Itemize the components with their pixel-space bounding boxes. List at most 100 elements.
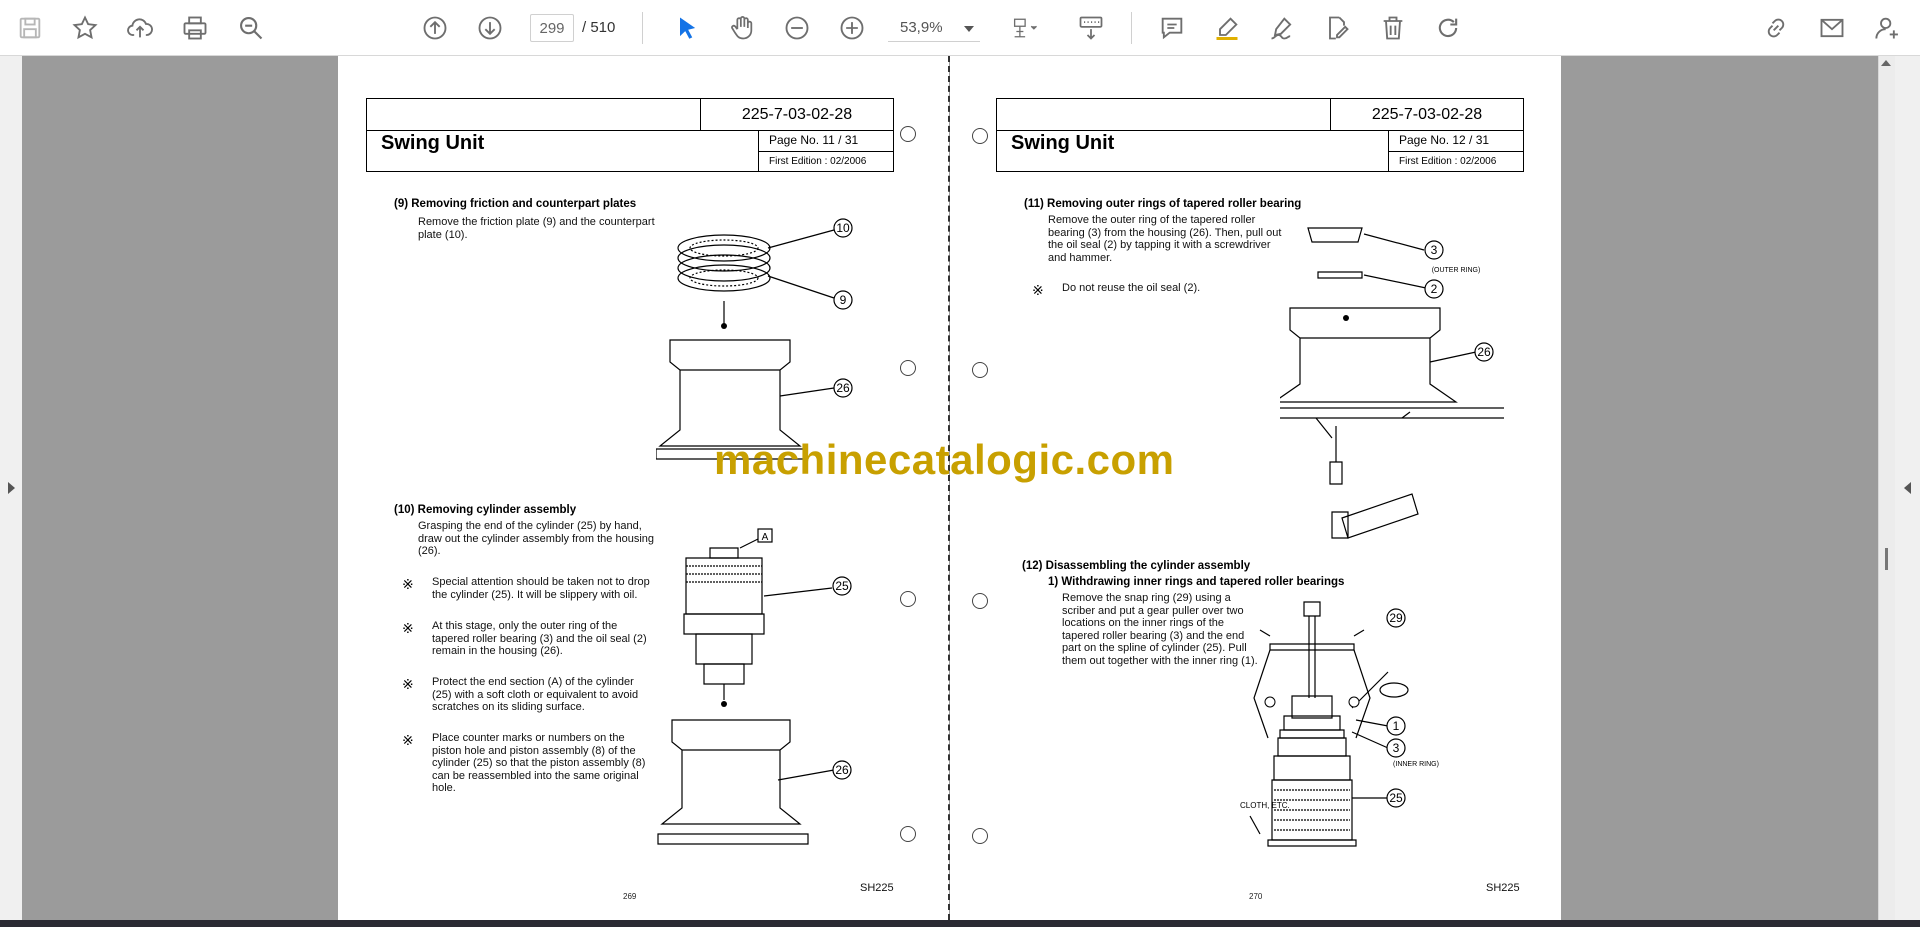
document-page-left: 225-7-03-02-28 Swing Unit Page No. 11 / …: [338, 56, 949, 920]
step-12-body: Remove the snap ring (29) using a scribe…: [1062, 592, 1258, 667]
step-11-body: Remove the outer ring of the tapered rol…: [1048, 214, 1282, 264]
step-9-body: Remove the friction plate (9) and the co…: [418, 216, 655, 241]
callout-3: 3: [1393, 741, 1400, 755]
outer-ring-removal-diagram: 3 2 26 (OUTER RING): [1280, 227, 1504, 539]
star-icon[interactable]: [67, 10, 103, 46]
toolbar-divider: [642, 12, 643, 44]
zoom-search-icon[interactable]: [233, 10, 269, 46]
edit-document-icon[interactable]: [1319, 10, 1355, 46]
callout-A: A: [762, 532, 769, 543]
scrollbar-thumb[interactable]: [1885, 548, 1888, 570]
binder-hole: [900, 126, 916, 142]
printed-page-number: 270: [1249, 892, 1263, 901]
previous-page-icon[interactable]: [417, 10, 453, 46]
callout-9: 9: [840, 293, 847, 307]
toolbar-divider: [1131, 12, 1132, 44]
step-12-title: (12) Disassembling the cylinder assembly: [1022, 560, 1251, 572]
callout-25: 25: [835, 579, 849, 593]
expand-left-panel-icon[interactable]: [8, 482, 15, 494]
note-mark: ※: [402, 732, 414, 748]
callout-29: 29: [1389, 611, 1403, 625]
binder-hole: [972, 362, 988, 378]
note-3: Protect the end section (A) of the cylin…: [432, 676, 639, 713]
callout-3: 3: [1431, 243, 1438, 257]
vertical-scrollbar[interactable]: [1878, 56, 1895, 920]
step-12-subtitle: 1) Withdrawing inner rings and tapered r…: [1048, 576, 1345, 588]
binder-hole: [900, 360, 916, 376]
model-label: SH225: [860, 882, 894, 894]
page-display-icon[interactable]: [1002, 10, 1050, 46]
zoom-out-icon[interactable]: [779, 10, 815, 46]
note-oil-seal: Do not reuse the oil seal (2).: [1062, 282, 1201, 294]
callout-26: 26: [836, 381, 850, 395]
next-page-icon[interactable]: [472, 10, 508, 46]
note-1: Special attention should be taken not to…: [432, 576, 650, 601]
draw-signature-icon[interactable]: [1264, 10, 1300, 46]
page-no-label: Page No. 12 / 31: [1389, 130, 1523, 152]
chevron-down-icon: [964, 26, 974, 32]
printed-page-number: 269: [623, 892, 637, 901]
scroll-up-icon[interactable]: [1881, 60, 1891, 66]
redo-icon[interactable]: [1430, 10, 1466, 46]
gear-puller-diagram: 29 1 3 25 (INNER RING) CLOTH, ETC.: [1240, 601, 1439, 847]
callout-1: 1: [1393, 719, 1400, 733]
watermark-text: machinecatalogic.com: [714, 436, 1175, 483]
email-icon[interactable]: [1814, 10, 1850, 46]
page-number-input[interactable]: 299: [530, 14, 574, 42]
section-title: Swing Unit: [1011, 132, 1115, 154]
step-9-title: (9) Removing friction and counterpart pl…: [394, 198, 637, 210]
page-no-label: Page No. 11 / 31: [759, 130, 893, 152]
model-label: SH225: [1486, 882, 1520, 894]
toolbar: 299 / 510 53,9%: [0, 0, 1920, 56]
zoom-in-icon[interactable]: [834, 10, 870, 46]
taskbar-strip: [0, 920, 1920, 927]
page-header: 225-7-03-02-28 Swing Unit Page No. 12 / …: [996, 98, 1524, 172]
user-account-icon[interactable]: [1870, 10, 1906, 46]
outer-ring-label: (OUTER RING): [1432, 267, 1481, 274]
friction-plates-diagram: 10 9 26: [656, 218, 853, 460]
upload-cloud-icon[interactable]: [122, 10, 158, 46]
note-4: Place counter marks or numbers on the pi…: [432, 732, 646, 794]
cylinder-assembly-diagram: A 25 26: [657, 528, 852, 845]
select-cursor-icon[interactable]: [669, 10, 705, 46]
note-mark: ※: [402, 676, 414, 692]
page-total: / 510: [582, 19, 616, 36]
trash-icon[interactable]: [1375, 10, 1411, 46]
highlight-pen-icon[interactable]: [1209, 10, 1245, 46]
step-11-title: (11) Removing outer rings of tapered rol…: [1024, 198, 1302, 210]
edition-label: First Edition : 02/2006: [769, 156, 867, 167]
document-page-right: 225-7-03-02-28 Swing Unit Page No. 12 / …: [950, 56, 1561, 920]
callout-26: 26: [835, 763, 849, 777]
binder-hole: [900, 826, 916, 842]
zoom-level-select[interactable]: 53,9%: [888, 14, 980, 42]
print-icon[interactable]: [177, 10, 213, 46]
binder-hole: [972, 128, 988, 144]
note-mark: ※: [402, 576, 414, 592]
callout-26: 26: [1477, 345, 1491, 359]
document-number: 225-7-03-02-28: [1330, 99, 1523, 130]
note-mark: ※: [1032, 282, 1044, 298]
callout-2: 2: [1431, 282, 1438, 296]
binder-hole: [972, 828, 988, 844]
save-icon[interactable]: [12, 10, 48, 46]
share-link-icon[interactable]: [1758, 10, 1794, 46]
step-10-title: (10) Removing cylinder assembly: [394, 504, 577, 516]
binder-hole: [900, 591, 916, 607]
step-10-body: Grasping the end of the cylinder (25) by…: [418, 520, 655, 557]
hand-tool-icon[interactable]: [724, 10, 760, 46]
expand-right-panel-icon[interactable]: [1904, 482, 1911, 494]
inner-ring-label: (INNER RING): [1393, 761, 1439, 768]
callout-25: 25: [1389, 791, 1403, 805]
page-header: 225-7-03-02-28 Swing Unit Page No. 11 / …: [366, 98, 894, 172]
note-2: At this stage, only the outer ring of th…: [432, 620, 647, 657]
binder-hole: [972, 593, 988, 609]
keyboard-scroll-icon[interactable]: [1073, 10, 1109, 46]
note-mark: ※: [402, 620, 414, 636]
cloth-label: CLOTH, ETC.: [1240, 801, 1290, 810]
document-number: 225-7-03-02-28: [700, 99, 893, 130]
edition-label: First Edition : 02/2006: [1399, 156, 1497, 167]
section-title: Swing Unit: [381, 132, 485, 154]
callout-10: 10: [836, 221, 850, 235]
comment-icon[interactable]: [1154, 10, 1190, 46]
zoom-level-value: 53,9%: [900, 19, 943, 36]
